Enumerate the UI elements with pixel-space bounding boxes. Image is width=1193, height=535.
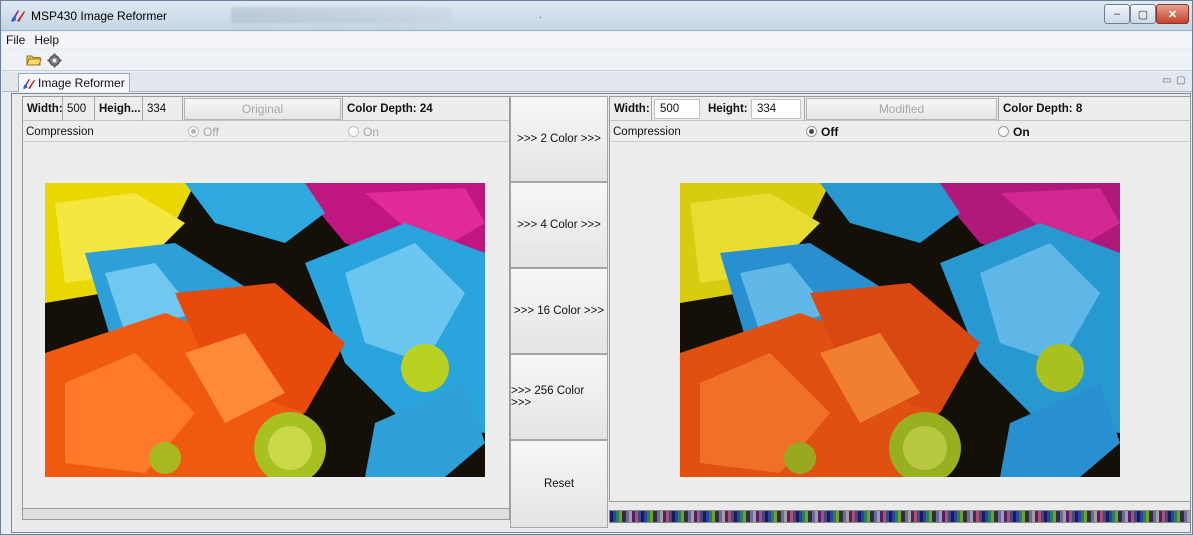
title-bar: MSP430 Image Reformer . – ▢ ✕ — [1, 1, 1192, 31]
menu-help[interactable]: Help — [34, 33, 59, 47]
original-compression-label: Compression — [26, 125, 94, 138]
tab-image-reformer[interactable]: Image Reformer — [18, 73, 130, 92]
modified-header: Width: 500 Height: 334 Modified Color De… — [610, 96, 1190, 121]
reset-button[interactable]: Reset — [510, 440, 608, 528]
original-color-depth: Color Depth: 24 — [347, 102, 433, 115]
modified-radio-off[interactable]: Off — [806, 125, 998, 139]
open-folder-icon[interactable] — [26, 52, 42, 68]
original-height-value: 334 — [147, 102, 167, 115]
radio-unselected-icon — [998, 126, 1009, 137]
original-panel: Width: 500 Heigh... 334 Original Color D… — [22, 96, 510, 520]
app-logo-icon — [11, 10, 25, 22]
color-palette-strip — [609, 510, 1191, 523]
maximize-button[interactable]: ▢ — [1130, 4, 1156, 24]
modified-color-depth: Color Depth: 8 — [1003, 102, 1083, 115]
modified-compression-row: Compression Off On — [610, 122, 1190, 142]
original-width-label: Width: — [27, 102, 63, 115]
original-compression-row: Compression Off On — [23, 122, 509, 142]
menu-bar: File Help — [2, 32, 1192, 48]
main-content: Width: 500 Heigh... 334 Original Color D… — [11, 93, 1191, 533]
original-title-button[interactable]: Original — [184, 97, 341, 120]
modified-title-button[interactable]: Modified — [806, 97, 997, 120]
original-height-label: Heigh... — [99, 102, 141, 115]
conversion-button-column: >>> 2 Color >>> >>> 4 Color >>> >>> 16 C… — [510, 96, 608, 530]
original-horizontal-scrollbar[interactable] — [22, 508, 510, 520]
toolbar — [2, 49, 1192, 71]
original-image — [45, 183, 485, 477]
modified-height-label: Height: — [708, 102, 748, 115]
app-logo-icon — [22, 78, 36, 89]
modified-width-input[interactable]: 500 — [654, 98, 700, 119]
minimize-view-icon[interactable]: ▭ — [1162, 75, 1171, 86]
radio-selected-icon — [188, 126, 199, 137]
modified-compression-label: Compression — [613, 125, 681, 138]
modified-radio-on[interactable]: On — [998, 125, 1030, 139]
tab-label: Image Reformer — [38, 76, 125, 90]
modified-panel: Width: 500 Height: 334 Modified Color De… — [609, 96, 1191, 502]
tab-bar: Image Reformer ▭ ▢ — [2, 72, 1192, 92]
original-radio-off[interactable]: Off — [188, 125, 348, 139]
close-button[interactable]: ✕ — [1156, 4, 1189, 24]
title-dot: . — [539, 10, 542, 21]
convert-256-color-button[interactable]: >>> 256 Color >>> — [510, 354, 608, 440]
modified-height-input[interactable]: 334 — [751, 98, 801, 119]
radio-unselected-icon — [348, 126, 359, 137]
window-title: MSP430 Image Reformer — [31, 9, 168, 23]
convert-16-color-button[interactable]: >>> 16 Color >>> — [510, 268, 608, 354]
convert-4-color-button[interactable]: >>> 4 Color >>> — [510, 182, 608, 268]
modified-width-label: Width: — [614, 102, 650, 115]
convert-2-color-button[interactable]: >>> 2 Color >>> — [510, 96, 608, 182]
gear-icon[interactable] — [46, 52, 62, 68]
app-window: MSP430 Image Reformer . – ▢ ✕ File Help … — [0, 0, 1193, 535]
minimize-button[interactable]: – — [1104, 4, 1130, 24]
radio-selected-icon — [806, 126, 817, 137]
menu-file[interactable]: File — [6, 33, 25, 47]
maximize-view-icon[interactable]: ▢ — [1176, 75, 1185, 86]
modified-image — [680, 183, 1120, 477]
original-header: Width: 500 Heigh... 334 Original Color D… — [23, 96, 509, 121]
original-radio-on[interactable]: On — [348, 125, 379, 139]
blurred-title-region — [231, 7, 451, 23]
original-width-value: 500 — [67, 102, 87, 115]
